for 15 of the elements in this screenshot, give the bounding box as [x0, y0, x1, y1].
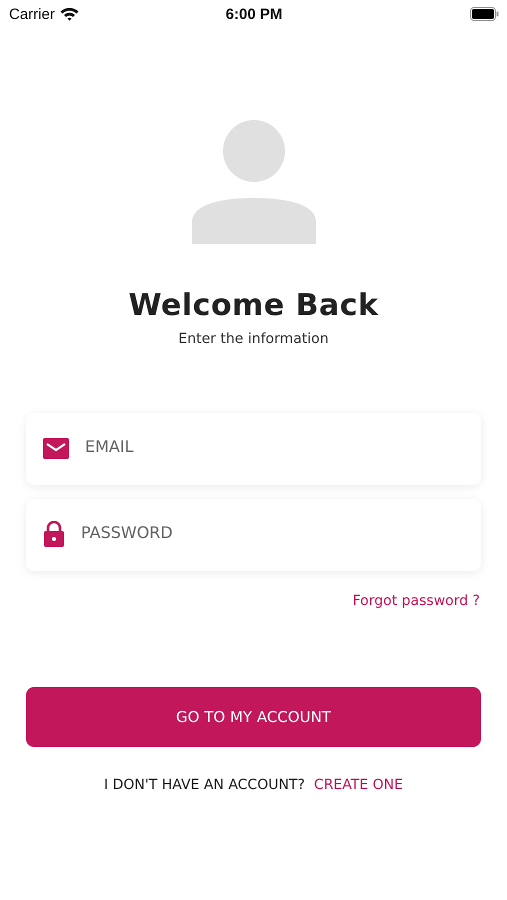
envelope-icon — [43, 438, 69, 458]
password-field[interactable]: PASSWORD — [81, 522, 465, 542]
carrier-label: Carrier — [9, 6, 55, 22]
signup-prompt: I DON'T HAVE AN ACCOUNT? — [104, 777, 305, 793]
welcome-title: Welcome Back — [128, 288, 380, 323]
avatar-icon — [192, 120, 316, 244]
account-button[interactable]: GO TO MY ACCOUNT — [26, 687, 481, 747]
forgot-password-link[interactable]: Forgot password ? — [352, 593, 480, 609]
status-time: 6:00 PM — [226, 6, 282, 22]
subtitle: Enter the information — [177, 331, 330, 347]
lock-icon — [43, 521, 65, 547]
battery-icon — [470, 7, 500, 21]
create-account-link[interactable]: CREATE ONE — [314, 777, 403, 793]
wifi-icon — [60, 7, 79, 21]
email-field[interactable]: EMAIL — [85, 436, 465, 456]
